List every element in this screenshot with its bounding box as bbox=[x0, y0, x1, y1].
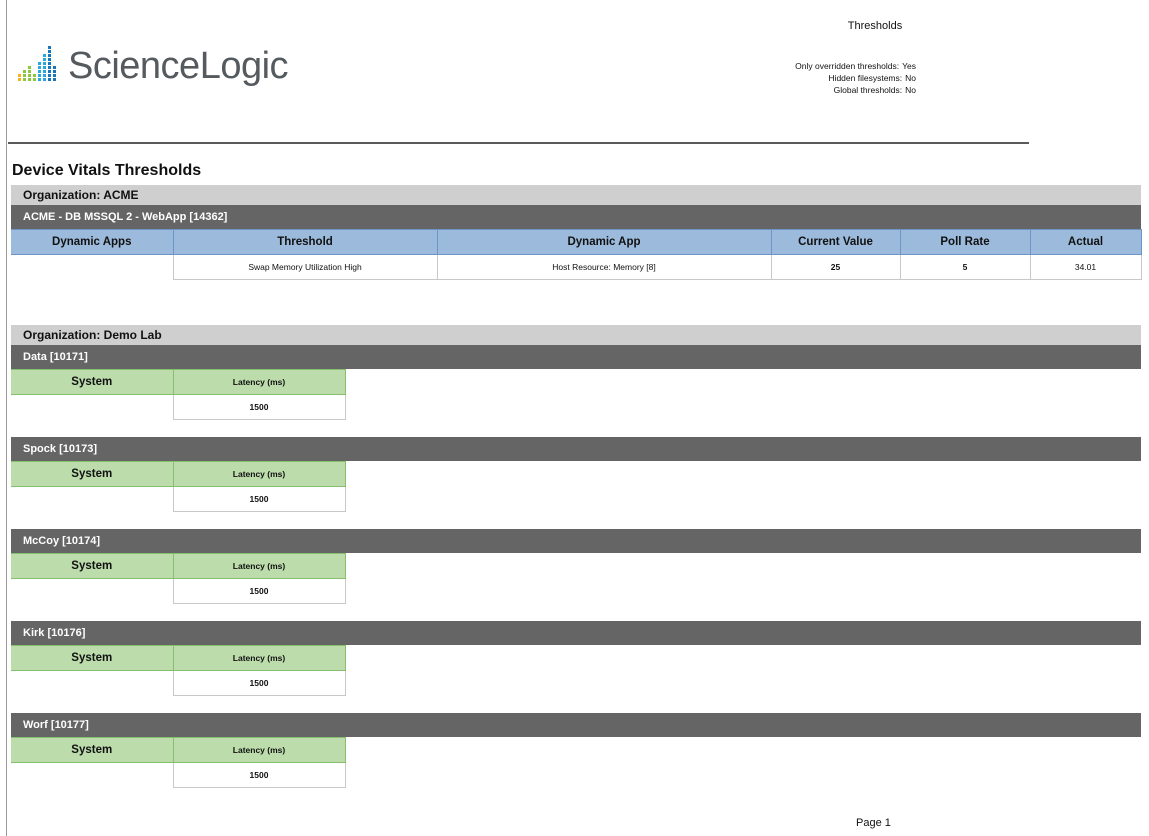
cell-system bbox=[11, 671, 173, 696]
org-header: Organization: ACME bbox=[11, 185, 1141, 205]
filter-label: Global thresholds: bbox=[833, 85, 903, 95]
table-row: Swap Memory Utilization High Host Resour… bbox=[11, 254, 1142, 280]
latency-table: System Latency (ms) 1500 bbox=[11, 645, 346, 696]
cell-dynamic-app: Host Resource: Memory [8] bbox=[436, 254, 772, 280]
page-number: Page 1 bbox=[856, 817, 891, 829]
filter-hidden-filesystems: Hidden filesystems: No bbox=[740, 72, 916, 84]
table-header-row: System Latency (ms) bbox=[11, 737, 346, 763]
sciencelogic-bars-icon bbox=[18, 46, 56, 81]
thresholds-table: Dynamic Apps Threshold Dynamic App Curre… bbox=[11, 229, 1142, 280]
device-header: ACME - DB MSSQL 2 - WebApp [14362] bbox=[11, 205, 1141, 229]
col-latency: Latency (ms) bbox=[172, 369, 346, 395]
filter-value: No bbox=[905, 85, 916, 95]
cell-latency: 1500 bbox=[172, 670, 346, 696]
cell-dynamic-apps bbox=[11, 255, 173, 280]
col-latency: Latency (ms) bbox=[172, 645, 346, 671]
latency-table: System Latency (ms) 1500 bbox=[11, 553, 346, 604]
filter-label: Hidden filesystems: bbox=[828, 73, 903, 83]
cell-latency: 1500 bbox=[172, 762, 346, 788]
col-latency: Latency (ms) bbox=[172, 553, 346, 579]
org-header: Organization: Demo Lab bbox=[11, 325, 1141, 345]
col-current-value: Current Value bbox=[770, 229, 901, 255]
latency-table: System Latency (ms) 1500 bbox=[11, 461, 346, 512]
device-header: Worf [10177] bbox=[11, 713, 1141, 737]
latency-table: System Latency (ms) 1500 bbox=[11, 369, 346, 420]
col-dynamic-apps: Dynamic Apps bbox=[11, 229, 174, 255]
col-system: System bbox=[11, 461, 174, 487]
cell-latency: 1500 bbox=[172, 486, 346, 512]
table-row: 1500 bbox=[11, 394, 346, 420]
table-header-row: Dynamic Apps Threshold Dynamic App Curre… bbox=[11, 229, 1142, 255]
col-system: System bbox=[11, 553, 174, 579]
latency-table: System Latency (ms) 1500 bbox=[11, 737, 346, 788]
section-title: Device Vitals Thresholds bbox=[12, 162, 202, 179]
page-border bbox=[6, 0, 7, 836]
table-header-row: System Latency (ms) bbox=[11, 461, 346, 487]
cell-current-value: 25 bbox=[770, 254, 901, 280]
device-header: Data [10171] bbox=[11, 345, 1141, 369]
col-poll-rate: Poll Rate bbox=[899, 229, 1031, 255]
cell-system bbox=[11, 579, 173, 604]
device-header: Kirk [10176] bbox=[11, 621, 1141, 645]
filter-overridden: Only overridden thresholds: Yes bbox=[740, 60, 916, 72]
table-row: 1500 bbox=[11, 578, 346, 604]
filter-value: Yes bbox=[902, 61, 916, 71]
table-header-row: System Latency (ms) bbox=[11, 553, 346, 579]
col-system: System bbox=[11, 369, 174, 395]
cell-actual: 34.01 bbox=[1029, 254, 1142, 280]
cell-poll-rate: 5 bbox=[899, 254, 1031, 280]
brand-logo: ScienceLogic bbox=[18, 45, 289, 87]
col-latency: Latency (ms) bbox=[172, 461, 346, 487]
cell-latency: 1500 bbox=[172, 394, 346, 420]
col-system: System bbox=[11, 645, 174, 671]
col-system: System bbox=[11, 737, 174, 763]
cell-system bbox=[11, 487, 173, 512]
header-divider bbox=[8, 142, 1029, 144]
filter-global: Global thresholds: No bbox=[740, 84, 916, 96]
report-filters: Only overridden thresholds: Yes Hidden f… bbox=[740, 60, 916, 96]
cell-system bbox=[11, 395, 173, 420]
table-row: 1500 bbox=[11, 670, 346, 696]
cell-latency: 1500 bbox=[172, 578, 346, 604]
table-row: 1500 bbox=[11, 762, 346, 788]
brand-name: ScienceLogic bbox=[68, 45, 289, 87]
col-latency: Latency (ms) bbox=[172, 737, 346, 763]
table-header-row: System Latency (ms) bbox=[11, 369, 346, 395]
col-threshold: Threshold bbox=[172, 229, 438, 255]
device-header: McCoy [10174] bbox=[11, 529, 1141, 553]
report-title: Thresholds bbox=[847, 20, 903, 32]
col-dynamic-app: Dynamic App bbox=[436, 229, 772, 255]
filter-value: No bbox=[905, 73, 916, 83]
cell-system bbox=[11, 763, 173, 788]
device-header: Spock [10173] bbox=[11, 437, 1141, 461]
filter-label: Only overridden thresholds: bbox=[795, 61, 900, 71]
table-header-row: System Latency (ms) bbox=[11, 645, 346, 671]
table-row: 1500 bbox=[11, 486, 346, 512]
cell-threshold: Swap Memory Utilization High bbox=[172, 254, 438, 280]
col-actual: Actual bbox=[1029, 229, 1142, 255]
report-body: Organization: ACME ACME - DB MSSQL 2 - W… bbox=[11, 185, 1142, 788]
